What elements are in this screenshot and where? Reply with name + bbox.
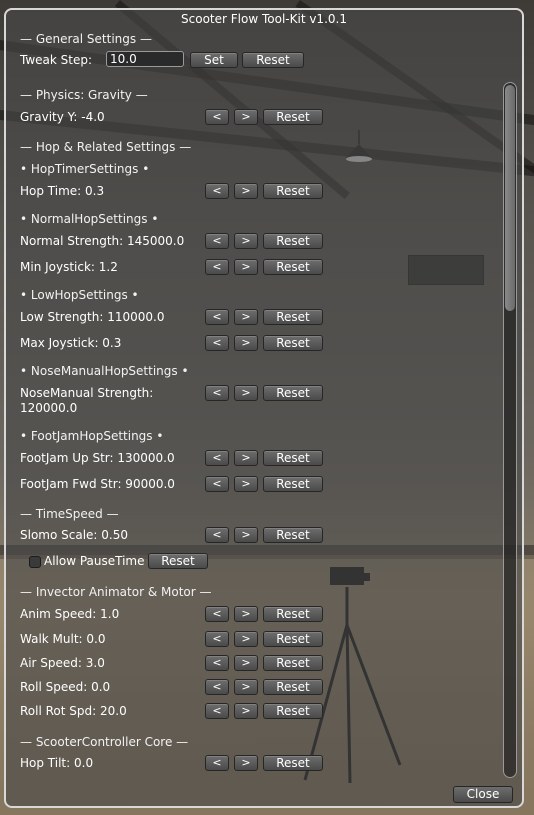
air-speed-reset-button[interactable]: Reset xyxy=(263,655,323,671)
nose-manual-strength-value: 120000.0 xyxy=(20,401,78,415)
gravity-decrease-button[interactable]: < xyxy=(205,109,229,125)
nose-manual-hop-header: • NoseManualHopSettings • xyxy=(20,364,189,378)
hop-time-increase-button[interactable]: > xyxy=(234,183,258,199)
gravity-y-label: Gravity Y: -4.0 xyxy=(20,110,105,124)
footjam-fwd-reset-button[interactable]: Reset xyxy=(263,476,323,492)
timespeed-header: — TimeSpeed — xyxy=(20,507,119,521)
max-joystick-reset-button[interactable]: Reset xyxy=(263,335,323,351)
min-joystick-increase-button[interactable]: > xyxy=(234,259,258,275)
air-speed-increase-button[interactable]: > xyxy=(234,655,258,671)
hop-time-reset-button[interactable]: Reset xyxy=(263,183,323,199)
general-settings-header: — General Settings — xyxy=(20,32,152,46)
physics-gravity-header: — Physics: Gravity — xyxy=(20,88,148,102)
max-joystick-increase-button[interactable]: > xyxy=(234,335,258,351)
walk-mult-increase-button[interactable]: > xyxy=(234,631,258,647)
allow-pausetime-label: Allow PauseTime xyxy=(44,554,145,568)
roll-speed-reset-button[interactable]: Reset xyxy=(263,679,323,695)
gravity-reset-button[interactable]: Reset xyxy=(263,109,323,125)
walk-mult-reset-button[interactable]: Reset xyxy=(263,631,323,647)
close-button[interactable]: Close xyxy=(453,786,513,803)
normal-strength-increase-button[interactable]: > xyxy=(234,233,258,249)
max-joystick-decrease-button[interactable]: < xyxy=(205,335,229,351)
vertical-scrollbar[interactable] xyxy=(503,82,517,778)
max-joystick-label: Max Joystick: 0.3 xyxy=(20,336,122,350)
air-speed-decrease-button[interactable]: < xyxy=(205,655,229,671)
anim-speed-decrease-button[interactable]: < xyxy=(205,606,229,622)
invector-header: — Invector Animator & Motor — xyxy=(20,585,212,599)
normal-hop-header: • NormalHopSettings • xyxy=(20,212,159,226)
normal-strength-reset-button[interactable]: Reset xyxy=(263,233,323,249)
tweak-step-input[interactable] xyxy=(106,51,184,67)
slomo-reset-button[interactable]: Reset xyxy=(263,527,323,543)
anim-speed-reset-button[interactable]: Reset xyxy=(263,606,323,622)
nose-manual-increase-button[interactable]: > xyxy=(234,385,258,401)
nose-manual-strength-label: NoseManual Strength: xyxy=(20,386,154,400)
min-joystick-reset-button[interactable]: Reset xyxy=(263,259,323,275)
hop-tilt-reset-button[interactable]: Reset xyxy=(263,755,323,771)
roll-rot-decrease-button[interactable]: < xyxy=(205,703,229,719)
nose-manual-decrease-button[interactable]: < xyxy=(205,385,229,401)
nose-manual-reset-button[interactable]: Reset xyxy=(263,385,323,401)
settings-panel: — General Settings — Tweak Step: Set Res… xyxy=(6,10,522,806)
min-joystick-label: Min Joystick: 1.2 xyxy=(20,260,118,274)
set-button[interactable]: Set xyxy=(190,52,238,68)
slomo-decrease-button[interactable]: < xyxy=(205,527,229,543)
hop-tilt-label: Hop Tilt: 0.0 xyxy=(20,756,94,770)
footjam-up-reset-button[interactable]: Reset xyxy=(263,450,323,466)
roll-speed-label: Roll Speed: 0.0 xyxy=(20,680,111,694)
gravity-increase-button[interactable]: > xyxy=(234,109,258,125)
footjam-fwd-label: FootJam Fwd Str: 90000.0 xyxy=(20,477,175,491)
roll-speed-decrease-button[interactable]: < xyxy=(205,679,229,695)
scrollbar-thumb[interactable] xyxy=(505,85,515,311)
hop-time-label: Hop Time: 0.3 xyxy=(20,184,105,198)
anim-speed-increase-button[interactable]: > xyxy=(234,606,258,622)
min-joystick-decrease-button[interactable]: < xyxy=(205,259,229,275)
low-strength-label: Low Strength: 110000.0 xyxy=(20,310,165,324)
footjam-up-label: FootJam Up Str: 130000.0 xyxy=(20,451,175,465)
allow-pausetime-reset-button[interactable]: Reset xyxy=(148,553,208,569)
roll-rot-reset-button[interactable]: Reset xyxy=(263,703,323,719)
roll-rot-increase-button[interactable]: > xyxy=(234,703,258,719)
hop-tilt-increase-button[interactable]: > xyxy=(234,755,258,771)
footjam-up-increase-button[interactable]: > xyxy=(234,450,258,466)
slomo-scale-label: Slomo Scale: 0.50 xyxy=(20,528,128,542)
low-hop-header: • LowHopSettings • xyxy=(20,288,139,302)
footjam-fwd-increase-button[interactable]: > xyxy=(234,476,258,492)
roll-speed-increase-button[interactable]: > xyxy=(234,679,258,695)
hop-settings-header: — Hop & Related Settings — xyxy=(20,140,192,154)
hop-time-decrease-button[interactable]: < xyxy=(205,183,229,199)
walk-mult-decrease-button[interactable]: < xyxy=(205,631,229,647)
low-strength-decrease-button[interactable]: < xyxy=(205,309,229,325)
low-strength-reset-button[interactable]: Reset xyxy=(263,309,323,325)
tweak-reset-button[interactable]: Reset xyxy=(242,52,304,68)
scooter-core-header: — ScooterController Core — xyxy=(20,735,189,749)
roll-rot-speed-label: Roll Rot Spd: 20.0 xyxy=(20,704,127,718)
hop-tilt-decrease-button[interactable]: < xyxy=(205,755,229,771)
footjam-fwd-decrease-button[interactable]: < xyxy=(205,476,229,492)
allow-pausetime-checkbox[interactable] xyxy=(29,556,41,568)
normal-strength-label: Normal Strength: 145000.0 xyxy=(20,234,185,248)
air-speed-label: Air Speed: 3.0 xyxy=(20,656,105,670)
hop-timer-header: • HopTimerSettings • xyxy=(20,162,150,176)
footjam-up-decrease-button[interactable]: < xyxy=(205,450,229,466)
footjam-hop-header: • FootJamHopSettings • xyxy=(20,429,164,443)
anim-speed-label: Anim Speed: 1.0 xyxy=(20,607,120,621)
tweak-step-label: Tweak Step: xyxy=(20,53,93,67)
normal-strength-decrease-button[interactable]: < xyxy=(205,233,229,249)
walk-mult-label: Walk Mult: 0.0 xyxy=(20,632,106,646)
toolkit-window: Scooter Flow Tool-Kit v1.0.1 — General S… xyxy=(4,8,524,808)
low-strength-increase-button[interactable]: > xyxy=(234,309,258,325)
slomo-increase-button[interactable]: > xyxy=(234,527,258,543)
